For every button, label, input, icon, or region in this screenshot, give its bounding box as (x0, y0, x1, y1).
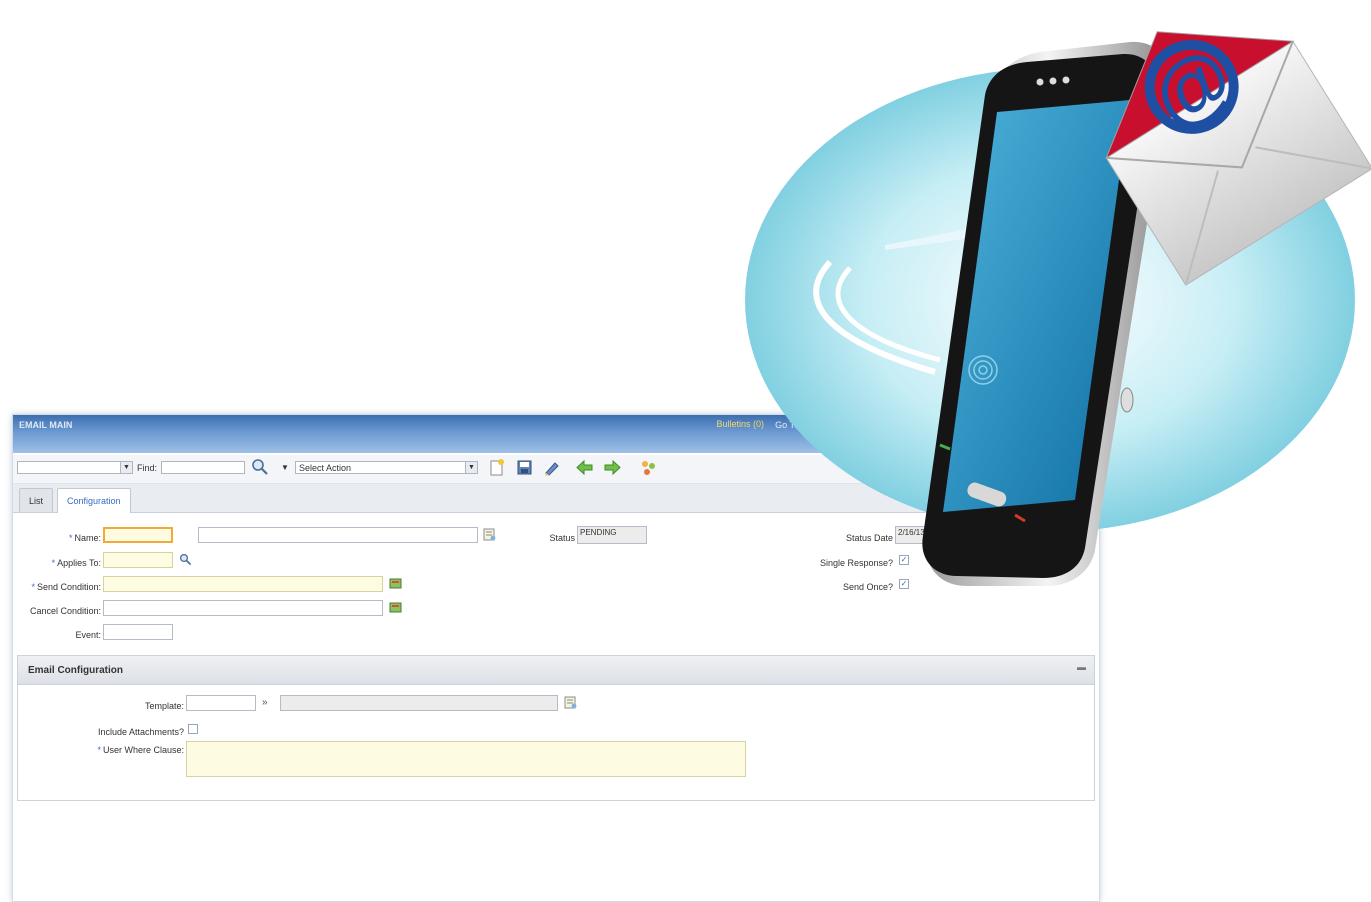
event-label: Event: (75, 630, 101, 640)
next-arrow-icon[interactable] (603, 458, 622, 477)
send-condition-label: * Send Condition: (31, 582, 101, 592)
status-label: Status (549, 533, 575, 543)
name-input[interactable] (103, 527, 173, 543)
long-description-icon[interactable] (564, 696, 577, 709)
query-select[interactable]: ▼ (17, 461, 133, 474)
tab-list[interactable]: List (19, 488, 54, 512)
user-where-clause-textarea[interactable] (186, 741, 746, 777)
select-action-dropdown[interactable]: Select Action ▼ (295, 461, 478, 474)
section-title: Email Configuration (28, 665, 123, 676)
edit-icon[interactable] (543, 458, 562, 477)
search-icon[interactable] (251, 458, 269, 476)
mobile-email-illustration: @ (745, 29, 1371, 587)
search-options-chevron-icon[interactable]: ▼ (281, 463, 289, 472)
collapse-icon[interactable]: ▬ (1077, 662, 1086, 672)
select-action-value: Select Action (299, 463, 352, 473)
previous-arrow-icon[interactable] (575, 458, 594, 477)
tab-configuration[interactable]: Configuration (57, 488, 131, 513)
cancel-condition-label: Cancel Condition: (29, 606, 101, 616)
status-field: PENDING (577, 526, 647, 544)
condition-lookup-icon[interactable] (389, 577, 402, 590)
template-input[interactable] (186, 695, 256, 711)
chevron-down-icon[interactable]: ▼ (465, 462, 477, 473)
condition-lookup-icon[interactable] (389, 601, 402, 614)
new-record-icon[interactable] (487, 458, 506, 477)
applies-to-input[interactable] (103, 552, 173, 568)
event-input[interactable] (103, 624, 173, 640)
section-header[interactable]: Email Configuration ▬ (18, 656, 1094, 685)
double-chevron-icon[interactable]: » (262, 697, 268, 708)
description-input[interactable] (198, 527, 478, 543)
user-where-clause-label: * User Where Clause: (97, 745, 184, 755)
name-label: * Name: (68, 533, 101, 543)
workflow-icon[interactable] (639, 458, 658, 477)
search-icon[interactable] (179, 553, 192, 566)
cancel-condition-input[interactable] (103, 600, 383, 616)
applies-to-label: * Applies To: (51, 558, 101, 568)
include-attachments-label: Include Attachments? (97, 727, 184, 737)
app-title: EMAIL MAIN (19, 420, 73, 430)
email-configuration-section: Email Configuration ▬ Template: » Includ… (17, 655, 1095, 801)
status-value: PENDING (580, 528, 617, 537)
find-label: Find: (137, 463, 158, 473)
find-input[interactable] (161, 461, 245, 474)
save-icon[interactable] (515, 458, 534, 477)
chevron-down-icon[interactable]: ▼ (120, 462, 132, 473)
send-condition-input[interactable] (103, 576, 383, 592)
include-attachments-checkbox[interactable] (188, 724, 198, 734)
template-description-field (280, 695, 558, 711)
long-description-icon[interactable] (483, 528, 496, 541)
template-label: Template: (144, 701, 184, 711)
